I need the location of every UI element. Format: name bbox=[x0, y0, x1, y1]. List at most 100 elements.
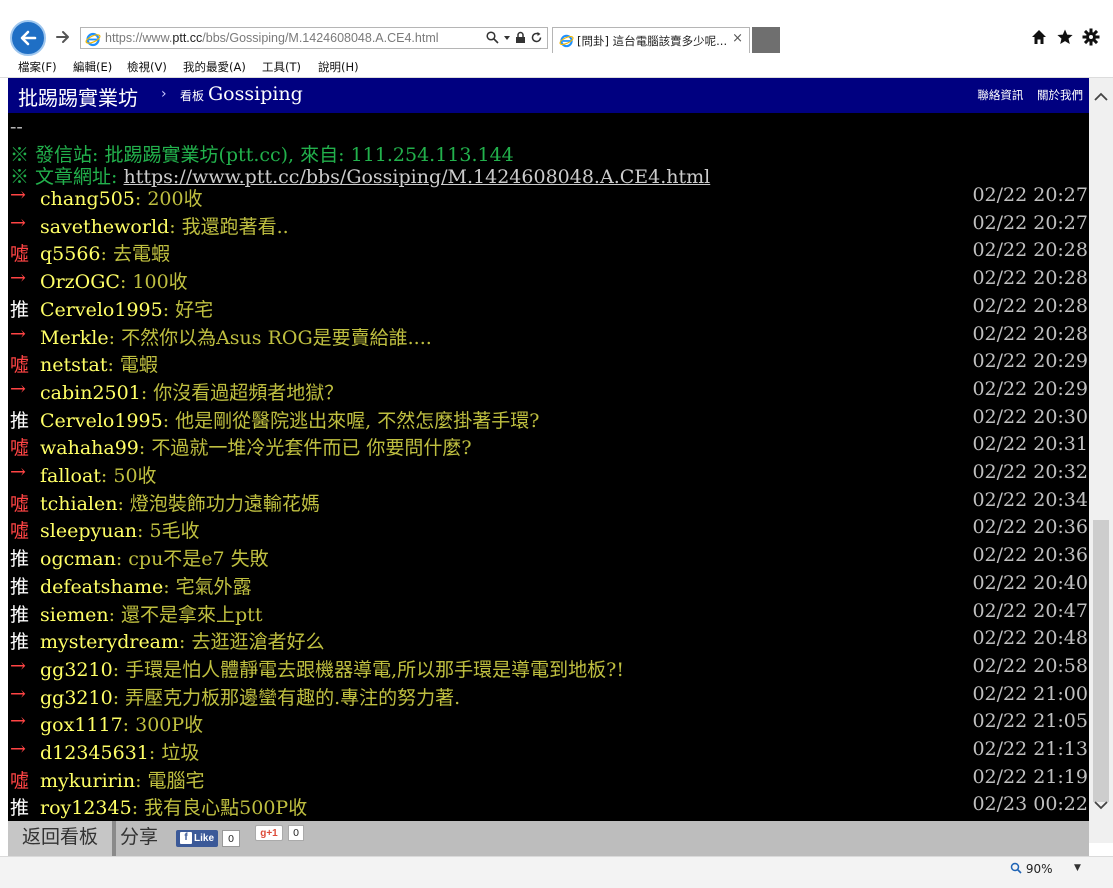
menu-file[interactable]: 檔案(F) bbox=[18, 59, 57, 75]
menu-help[interactable]: 說明(H) bbox=[318, 59, 359, 75]
push-row: → Merkle: 不然你以為Asus ROG是要賣給誰.... 02/22 20:… bbox=[8, 323, 1089, 351]
push-time: 02/22 20:28 bbox=[972, 322, 1088, 345]
menu-tools[interactable]: 工具(T) bbox=[262, 59, 301, 75]
push-row: → savetheworld: 我還跑著看.. 02/22 20:27 bbox=[8, 212, 1089, 240]
forward-button[interactable] bbox=[54, 28, 72, 46]
push-user: d12345631 bbox=[40, 742, 149, 764]
push-user: OrzOGC bbox=[40, 271, 120, 294]
scroll-thumb[interactable] bbox=[1093, 520, 1109, 802]
zoom-control[interactable]: 90% bbox=[1010, 862, 1053, 876]
push-tag: 推 bbox=[10, 797, 30, 820]
site-name-link[interactable]: 批踢踢實業坊 bbox=[18, 82, 138, 111]
push-userid: Cervelo1995: 他是剛從醫院逃出來喔, 不然怎麼掛著手環? bbox=[40, 406, 539, 433]
push-time: 02/22 21:00 bbox=[972, 682, 1088, 705]
push-time: 02/22 20:31 bbox=[972, 433, 1088, 456]
ie-logo-icon bbox=[85, 32, 101, 47]
article-content: -- ※ 發信站: 批踢踢實業坊(ptt.cc), 來自: 111.254.11… bbox=[8, 113, 1089, 821]
push-userid: Merkle: 不然你以為Asus ROG是要賣給誰.... bbox=[40, 323, 432, 350]
back-to-board-button[interactable]: 返回看板 bbox=[8, 821, 116, 856]
refresh-icon[interactable] bbox=[530, 31, 543, 44]
push-tag: → bbox=[10, 654, 26, 677]
ptt-footer: 返回看板 分享 f Like 0 g+1 0 bbox=[8, 821, 1089, 856]
push-userid: OrzOGC: 100收 bbox=[40, 267, 188, 294]
address-bar[interactable]: https://www.ptt.cc/bbs/Gossiping/M.14246… bbox=[80, 27, 548, 49]
push-time: 02/22 20:28 bbox=[972, 294, 1088, 317]
push-content: : 我還跑著看.. bbox=[169, 215, 289, 238]
push-tag: 噓 bbox=[10, 243, 30, 266]
address-actions bbox=[486, 31, 543, 44]
push-time: 02/22 20:28 bbox=[972, 267, 1088, 290]
push-tag: → bbox=[10, 322, 26, 345]
push-content: : 不然你以為Asus ROG是要賣給誰.... bbox=[108, 326, 432, 349]
push-content: : 宅氣外露 bbox=[163, 575, 252, 598]
push-userid: defeatshame: 宅氣外露 bbox=[40, 572, 252, 599]
address-url[interactable]: https://www.ptt.cc/bbs/Gossiping/M.14246… bbox=[105, 31, 439, 45]
browser-chrome: https://www.ptt.cc/bbs/Gossiping/M.14246… bbox=[0, 0, 1113, 57]
push-userid: roy12345: 我有良心點500P收 bbox=[40, 793, 307, 820]
push-tag: 推 bbox=[10, 298, 30, 321]
google-plus-button[interactable]: g+1 bbox=[255, 825, 283, 841]
facebook-like-label: Like bbox=[194, 833, 215, 844]
push-tag: → bbox=[10, 267, 26, 290]
board-tag: 看板 bbox=[180, 89, 205, 103]
push-content: : 弄壓克力板那邊蠻有趣的.專注的努力著. bbox=[112, 686, 461, 709]
menu-view[interactable]: 檢視(V) bbox=[127, 59, 167, 75]
push-tag: 推 bbox=[10, 603, 30, 626]
back-button[interactable] bbox=[10, 20, 46, 56]
push-row: 噓 netstat: 電蝦 02/22 20:29 bbox=[8, 350, 1089, 378]
address-path: /bbs/Gossiping/M.1424608048.A.CE4.html bbox=[202, 31, 439, 45]
contact-link[interactable]: 聯絡資訊 bbox=[977, 88, 1023, 102]
facebook-like-button[interactable]: f Like bbox=[176, 830, 218, 847]
vertical-scrollbar[interactable] bbox=[1089, 78, 1113, 843]
push-user: Cervelo1995 bbox=[40, 298, 163, 321]
push-userid: siemen: 還不是拿來上ptt bbox=[40, 600, 262, 627]
search-icon[interactable] bbox=[486, 31, 499, 44]
push-time: 02/22 20:58 bbox=[972, 654, 1088, 677]
push-row: → OrzOGC: 100收 02/22 20:28 bbox=[8, 267, 1089, 295]
push-content: : 還不是拿來上ptt bbox=[108, 603, 263, 626]
push-userid: tchialen: 燈泡裝飾功力遠輸花媽 bbox=[40, 489, 320, 516]
tab-close-icon[interactable]: × bbox=[732, 31, 743, 46]
scroll-up-icon[interactable] bbox=[1093, 92, 1109, 102]
push-content: : 好宅 bbox=[162, 298, 214, 321]
push-user: gg3210 bbox=[40, 658, 113, 681]
push-tag: → bbox=[10, 461, 26, 483]
home-icon[interactable] bbox=[1030, 28, 1048, 46]
dropdown-arrow-icon[interactable] bbox=[503, 31, 511, 44]
push-user: Merkle bbox=[40, 326, 109, 349]
push-tag: → bbox=[10, 184, 26, 206]
push-content: : 50收 bbox=[100, 465, 157, 487]
push-row: → gox1117: 300P收 02/22 21:05 bbox=[8, 710, 1089, 738]
push-content: : 燈泡裝飾功力遠輸花媽 bbox=[117, 492, 320, 515]
about-link[interactable]: 關於我們 bbox=[1037, 88, 1083, 102]
push-tag: 推 bbox=[10, 575, 30, 598]
push-tag: 推 bbox=[10, 548, 30, 571]
zoom-dropdown-icon[interactable]: ▼ bbox=[1074, 863, 1081, 873]
push-userid: q5566: 去電蝦 bbox=[40, 239, 170, 266]
favorites-star-icon[interactable] bbox=[1056, 28, 1074, 46]
settings-gear-icon[interactable] bbox=[1082, 28, 1100, 46]
push-tag: → bbox=[10, 377, 26, 400]
scroll-down-icon[interactable] bbox=[1093, 800, 1109, 810]
facebook-icon: f bbox=[180, 832, 192, 844]
menu-edit[interactable]: 編輯(E) bbox=[73, 59, 112, 75]
push-time: 02/22 20:27 bbox=[972, 211, 1088, 234]
push-content: : 5毛收 bbox=[137, 520, 200, 543]
push-content: : 去電蝦 bbox=[100, 243, 170, 266]
push-user: roy12345 bbox=[40, 797, 132, 820]
push-userid: gg3210: 手環是怕人體靜電去跟機器導電,所以那手環是導電到地板?! bbox=[40, 655, 624, 682]
push-userid: sleepyuan: 5毛收 bbox=[40, 516, 200, 543]
tab-title: [問卦] 這台電腦該賣多少呢... bbox=[577, 34, 728, 48]
push-tag: → bbox=[10, 710, 26, 733]
lock-icon[interactable] bbox=[515, 31, 526, 44]
push-userid: netstat: 電蝦 bbox=[40, 350, 158, 377]
push-user: gg3210 bbox=[40, 686, 113, 709]
menu-bar: 檔案(F) 編輯(E) 檢視(V) 我的最愛(A) 工具(T) 說明(H) bbox=[0, 57, 1113, 78]
new-tab-button[interactable] bbox=[752, 27, 780, 53]
push-userid: cabin2501: 你沒看過超頻者地獄？ bbox=[40, 378, 343, 405]
push-row: 噓 tchialen: 燈泡裝飾功力遠輸花媽 02/22 20:34 bbox=[8, 489, 1089, 517]
menu-favorites[interactable]: 我的最愛(A) bbox=[183, 59, 246, 75]
board-name-link[interactable]: Gossiping bbox=[208, 83, 303, 105]
ptt-header: 批踢踢實業坊 › 看板 Gossiping 聯絡資訊 關於我們 bbox=[8, 78, 1089, 113]
tab-active[interactable]: [問卦] 這台電腦該賣多少呢... × bbox=[552, 27, 750, 53]
